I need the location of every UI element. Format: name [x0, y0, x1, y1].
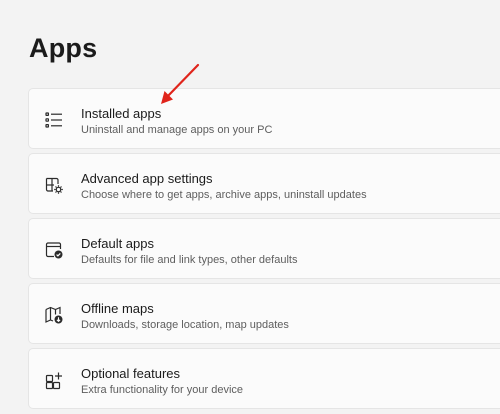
apps-add-icon: [43, 369, 65, 391]
default-apps-item[interactable]: Default apps Defaults for file and link …: [28, 218, 500, 279]
installed-apps-title: Installed apps: [81, 106, 162, 121]
default-apps-description: Defaults for file and link types, other …: [81, 254, 298, 266]
offline-maps-description: Downloads, storage location, map updates: [81, 319, 289, 331]
default-apps-title: Default apps: [81, 236, 154, 251]
optional-features-item[interactable]: Optional features Extra functionality fo…: [28, 348, 500, 409]
offline-maps-item[interactable]: Offline maps Downloads, storage location…: [28, 283, 500, 344]
installed-apps-item[interactable]: Installed apps Uninstall and manage apps…: [28, 88, 500, 149]
offline-maps-title: Offline maps: [81, 301, 154, 316]
installed-apps-description: Uninstall and manage apps on your PC: [81, 124, 273, 136]
page-title: Apps: [29, 33, 98, 63]
default-apps-icon: [43, 239, 65, 261]
optional-features-description: Extra functionality for your device: [81, 384, 244, 396]
apps-settings-icon: [43, 174, 65, 196]
optional-features-title: Optional features: [81, 366, 181, 381]
advanced-app-settings-item[interactable]: Advanced app settings Choose where to ge…: [28, 153, 500, 214]
map-download-icon: [43, 304, 65, 326]
list-icon: [43, 109, 65, 131]
advanced-app-settings-description: Choose where to get apps, archive apps, …: [81, 189, 367, 201]
advanced-app-settings-title: Advanced app settings: [81, 171, 213, 186]
